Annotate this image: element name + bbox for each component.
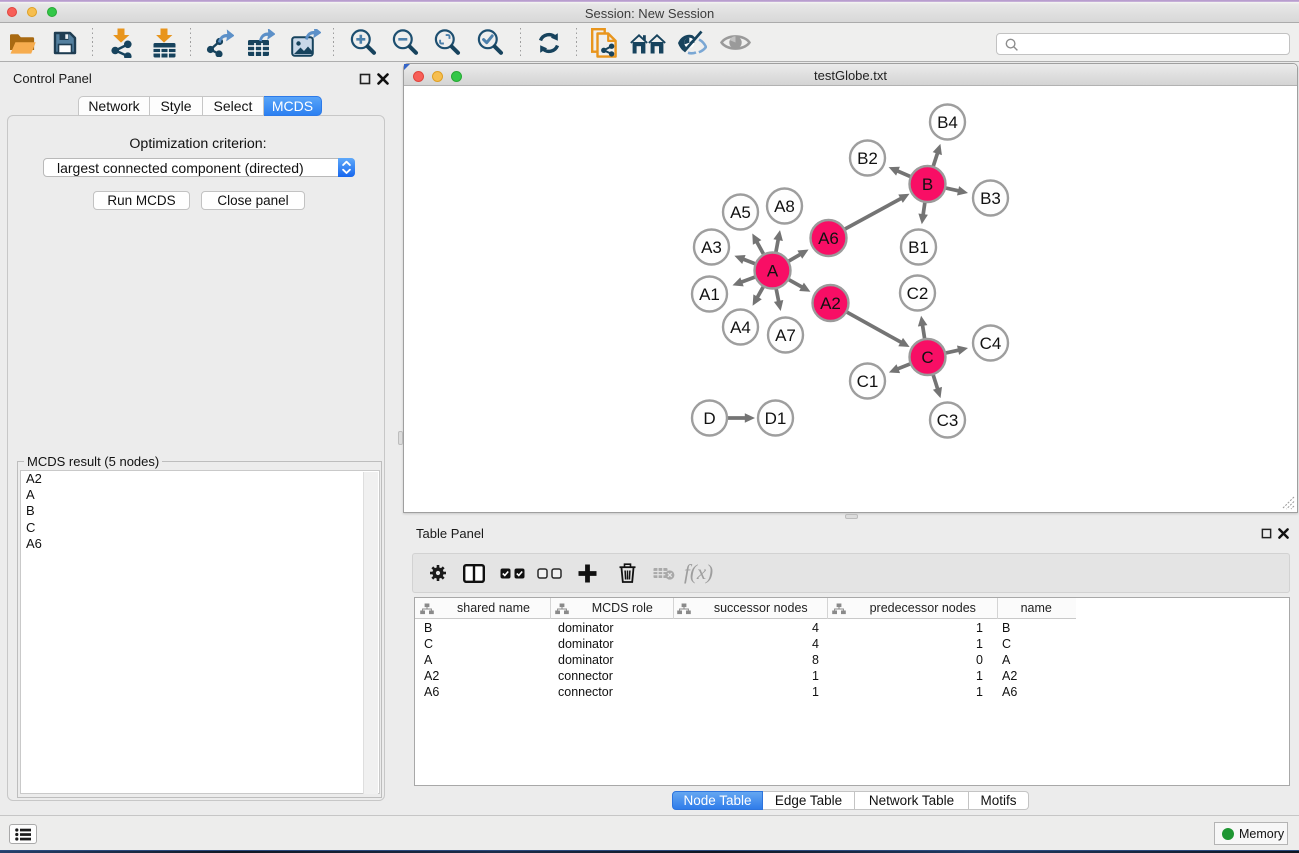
- svg-text:A8: A8: [774, 197, 795, 216]
- svg-text:A4: A4: [730, 318, 751, 337]
- svg-text:A6: A6: [818, 229, 839, 248]
- svg-text:C4: C4: [980, 334, 1002, 353]
- svg-text:A3: A3: [701, 238, 722, 257]
- svg-text:A5: A5: [730, 203, 751, 222]
- svg-text:C: C: [921, 348, 933, 367]
- svg-text:B1: B1: [908, 238, 929, 257]
- svg-text:B3: B3: [980, 189, 1001, 208]
- svg-text:C1: C1: [857, 372, 879, 391]
- svg-text:B2: B2: [857, 149, 878, 168]
- svg-text:B4: B4: [937, 113, 958, 132]
- svg-text:C2: C2: [907, 284, 929, 303]
- svg-text:A7: A7: [775, 326, 796, 345]
- svg-text:A2: A2: [820, 294, 841, 313]
- svg-text:A: A: [767, 262, 779, 281]
- svg-text:D1: D1: [765, 409, 787, 428]
- svg-text:A1: A1: [699, 285, 720, 304]
- svg-text:B: B: [922, 175, 933, 194]
- svg-text:C3: C3: [937, 411, 959, 430]
- svg-text:D: D: [703, 409, 715, 428]
